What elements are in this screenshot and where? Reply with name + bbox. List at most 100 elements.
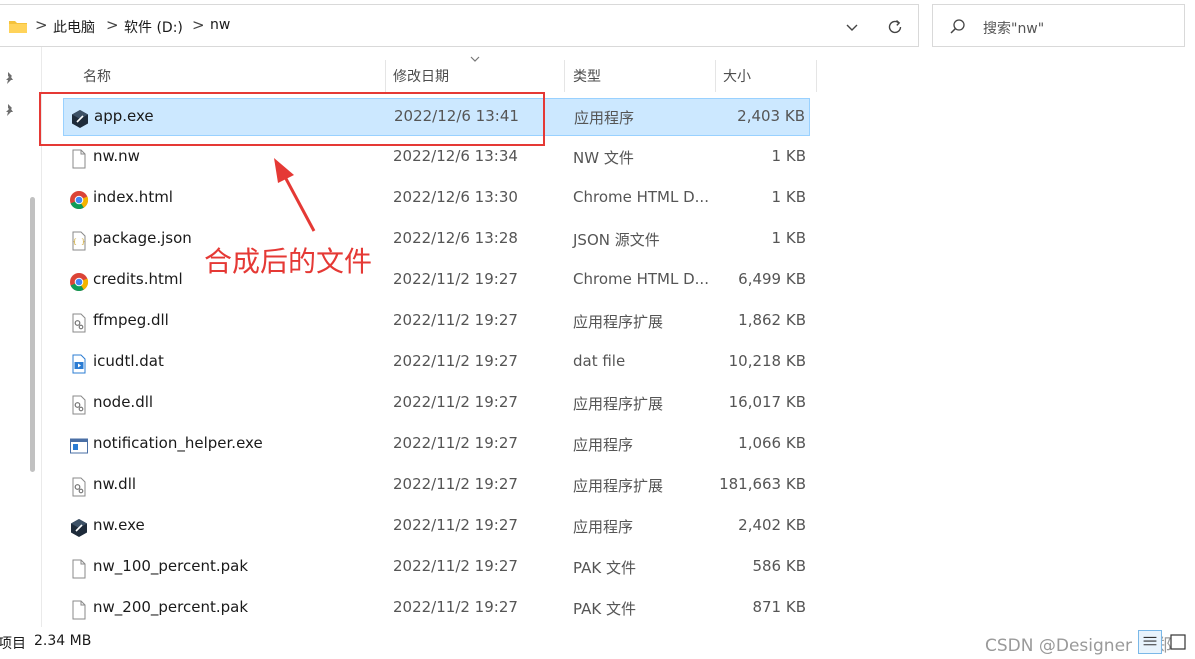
file-type: 应用程序	[573, 436, 634, 454]
file-size: 1,066 KB	[738, 434, 806, 452]
file-type: PAK 文件	[573, 600, 636, 618]
file-row[interactable]: { } package.json 2022/12/6 13:28 JSON 源文件 1 …	[63, 221, 810, 259]
column-header-size[interactable]: 大小	[716, 60, 816, 92]
search-placeholder: 搜索"nw"	[983, 21, 1045, 37]
nw-exe-icon	[69, 518, 89, 538]
file-date: 2022/11/2 19:27	[393, 516, 518, 534]
search-box[interactable]: 搜索"nw"	[932, 4, 1185, 47]
file-type: dat file	[573, 352, 626, 370]
file-type: 应用程序	[573, 518, 634, 536]
file-date: 2022/11/2 19:27	[393, 352, 518, 370]
file-date: 2022/11/2 19:27	[393, 393, 518, 411]
file-name: nw.exe	[93, 516, 145, 534]
file-size: 1 KB	[771, 147, 806, 165]
file-row[interactable]: nw_200_percent.pak 2022/11/2 19:27 PAK 文件 8…	[63, 590, 810, 628]
column-divider[interactable]	[816, 60, 817, 92]
status-bar: 项目 2.34 MB CSDN @Designer 小郑	[0, 627, 1195, 659]
file-size: 1 KB	[771, 229, 806, 247]
file-type: Chrome HTML D...	[573, 188, 709, 206]
file-row[interactable]: index.html 2022/12/6 13:30 Chrome HTML D..…	[63, 180, 810, 218]
details-view-icon[interactable]	[1138, 630, 1162, 654]
highlight-box	[39, 92, 545, 146]
annotation-arrow-icon	[274, 158, 316, 232]
file-row[interactable]: ffmpeg.dll 2022/11/2 19:27 应用程序扩展 1,862 KB	[63, 303, 810, 341]
file-size: 1,862 KB	[738, 311, 806, 329]
file-type: JSON 源文件	[573, 231, 660, 249]
chrome-icon	[69, 190, 89, 210]
file-row[interactable]: node.dll 2022/11/2 19:27 应用程序扩展 16,017 KB	[63, 385, 810, 423]
file-name: node.dll	[93, 393, 154, 411]
column-header-type[interactable]: 类型	[565, 60, 715, 92]
chrome-icon	[69, 272, 89, 292]
chevron-down-icon[interactable]	[844, 19, 860, 35]
file-size: 181,663 KB	[719, 475, 806, 493]
file-size: 2,403 KB	[737, 107, 805, 125]
file-name: credits.html	[93, 270, 183, 288]
file-row[interactable]: nw.dll 2022/11/2 19:27 应用程序扩展 181,663 KB	[63, 467, 810, 505]
file-name: nw.nw	[93, 147, 140, 165]
file-name: nw_100_percent.pak	[93, 557, 249, 575]
dll-icon	[69, 313, 89, 333]
breadcrumb-separator: >	[192, 16, 205, 34]
file-size: 1 KB	[771, 188, 806, 206]
svg-text:{ }: { }	[73, 238, 86, 246]
media-file-icon	[69, 354, 89, 374]
breadcrumb-nw[interactable]: nw	[210, 17, 230, 33]
large-icons-view-icon[interactable]	[1166, 630, 1190, 654]
file-type: 应用程序扩展	[573, 477, 664, 495]
file-date: 2022/11/2 19:27	[393, 475, 518, 493]
status-items: 项目	[0, 636, 26, 652]
file-size: 871 KB	[752, 598, 806, 616]
navigation-pane	[0, 47, 42, 627]
file-size: 2,402 KB	[738, 516, 806, 534]
file-row[interactable]: credits.html 2022/11/2 19:27 Chrome HTML D…	[63, 262, 810, 300]
file-type: 应用程序扩展	[573, 313, 664, 331]
file-date: 2022/11/2 19:27	[393, 311, 518, 329]
file-row[interactable]: nw_100_percent.pak 2022/11/2 19:27 PAK 文件 5…	[63, 549, 810, 587]
file-date: 2022/11/2 19:27	[393, 434, 518, 452]
column-header-name[interactable]: 名称	[63, 60, 385, 92]
file-type: 应用程序扩展	[573, 395, 664, 413]
status-selected-size: 2.34 MB	[34, 633, 92, 649]
annotation-label: 合成后的文件	[204, 245, 373, 278]
pin-icon[interactable]	[3, 103, 17, 117]
column-header-date[interactable]: 修改日期	[386, 60, 564, 92]
file-row[interactable]: nw.exe 2022/11/2 19:27 应用程序 2,402 KB	[63, 508, 810, 546]
file-name: nw_200_percent.pak	[93, 598, 249, 616]
file-size: 16,017 KB	[728, 393, 806, 411]
file-name: package.json	[93, 229, 192, 247]
nav-scrollbar[interactable]	[30, 197, 35, 472]
file-name: index.html	[93, 188, 173, 206]
pin-icon[interactable]	[3, 71, 17, 85]
file-type: 应用程序	[574, 109, 635, 127]
file-name: icudtl.dat	[93, 352, 164, 370]
file-name: ffmpeg.dll	[93, 311, 169, 329]
file-date: 2022/12/6 13:28	[393, 229, 518, 247]
file-icon	[69, 149, 89, 169]
file-icon	[69, 600, 89, 620]
breadcrumb-separator: >	[35, 16, 48, 34]
breadcrumb-this-pc[interactable]: 此电脑	[53, 17, 95, 37]
app-window-icon	[69, 436, 89, 456]
search-icon	[950, 19, 965, 34]
file-size: 586 KB	[752, 557, 806, 575]
file-type: PAK 文件	[573, 559, 636, 577]
address-bar[interactable]: > 此电脑 > 软件 (D:) > nw	[0, 4, 919, 47]
breadcrumb-drive-d[interactable]: 软件 (D:)	[124, 17, 183, 37]
file-row[interactable]: notification_helper.exe 2022/11/2 19:27 应用…	[63, 426, 810, 464]
file-size: 10,218 KB	[728, 352, 806, 370]
file-date: 2022/12/6 13:34	[393, 147, 518, 165]
dll-icon	[69, 477, 89, 497]
file-date: 2022/11/2 19:27	[393, 557, 518, 575]
refresh-icon[interactable]	[886, 18, 904, 36]
folder-icon	[9, 21, 27, 33]
json-file-icon: { }	[69, 231, 89, 251]
file-date: 2022/11/2 19:27	[393, 598, 518, 616]
file-name: notification_helper.exe	[93, 434, 263, 452]
breadcrumb-separator: >	[106, 16, 119, 34]
file-date: 2022/12/6 13:30	[393, 188, 518, 206]
file-date: 2022/11/2 19:27	[393, 270, 518, 288]
dll-icon	[69, 395, 89, 415]
file-row[interactable]: icudtl.dat 2022/11/2 19:27 dat file 10,218 …	[63, 344, 810, 382]
file-type: NW 文件	[573, 149, 634, 167]
